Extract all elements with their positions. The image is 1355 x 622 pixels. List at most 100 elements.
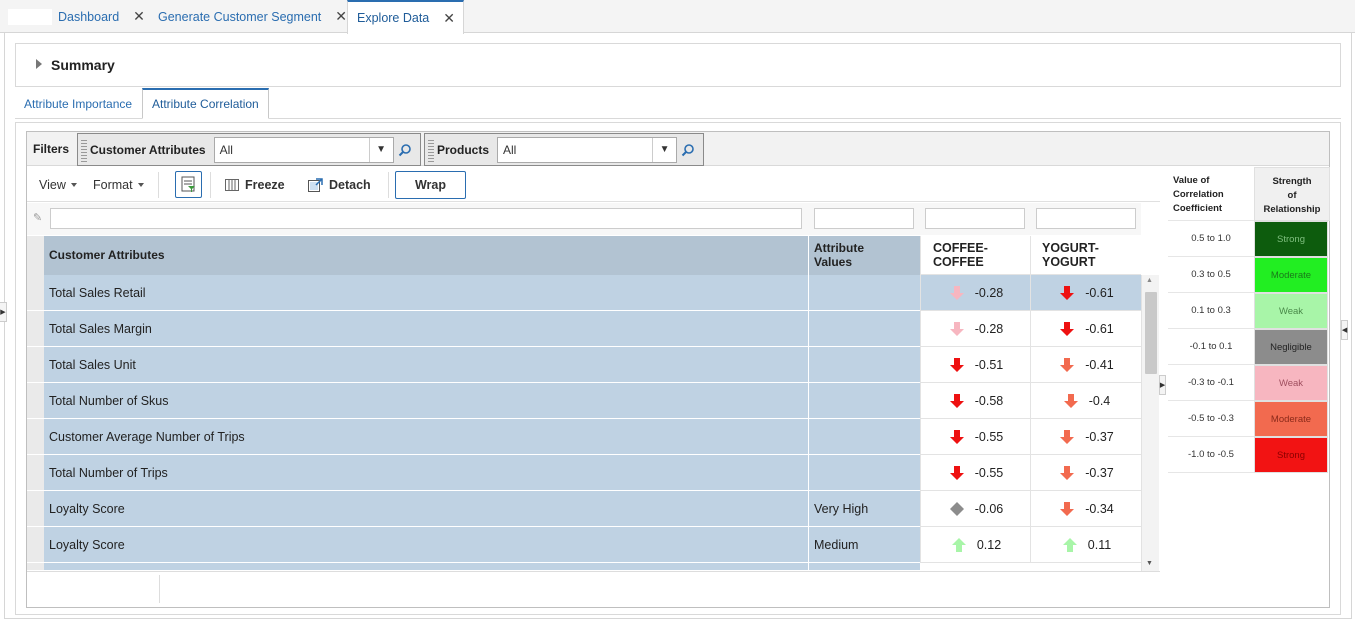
attribute-value-cell[interactable] bbox=[809, 275, 920, 311]
tab-attribute-correlation[interactable]: Attribute Correlation bbox=[142, 88, 269, 119]
attribute-value-cell[interactable]: Very High bbox=[809, 491, 920, 527]
footer-divider bbox=[159, 575, 160, 603]
yogurt-correlation-cell[interactable]: -0.34 bbox=[1030, 491, 1141, 527]
legend-range: -1.0 to -0.5 bbox=[1168, 437, 1254, 473]
correlation-value: -0.28 bbox=[974, 285, 1004, 300]
scroll-up-icon[interactable]: ▲ bbox=[1146, 277, 1153, 284]
customer-attributes-filter-input[interactable] bbox=[50, 208, 802, 229]
vertical-scrollbar[interactable]: ▲ ▼ bbox=[1141, 275, 1159, 571]
yogurt-correlation-cell[interactable]: -0.37 bbox=[1030, 419, 1141, 455]
detach-button[interactable]: Detach bbox=[308, 167, 371, 202]
legend-row: -1.0 to -0.5 Strong bbox=[1168, 437, 1330, 473]
table-row[interactable]: Total Sales Unit -0.51 -0.41 bbox=[27, 347, 1141, 383]
yogurt-correlation-cell[interactable]: -0.61 bbox=[1030, 275, 1141, 311]
row-header[interactable] bbox=[27, 311, 44, 347]
detach-label: Detach bbox=[329, 177, 371, 192]
attribute-cell[interactable]: Total Number of Trips bbox=[44, 455, 809, 491]
legend-header-value: Value of Correlation Coefficient bbox=[1168, 167, 1254, 221]
attribute-cell[interactable]: Customer Average Number of Trips bbox=[44, 419, 809, 455]
coffee-correlation-cell[interactable]: -0.55 bbox=[920, 455, 1030, 491]
attribute-cell[interactable]: Total Sales Margin bbox=[44, 311, 809, 347]
yogurt-correlation-cell[interactable]: -0.61 bbox=[1030, 311, 1141, 347]
close-icon[interactable]: ✕ bbox=[133, 8, 145, 25]
coffee-correlation-cell[interactable]: -0.28 bbox=[920, 275, 1030, 311]
query-by-example-button[interactable] bbox=[175, 171, 202, 198]
attribute-value-cell[interactable] bbox=[809, 455, 920, 491]
attribute-value-cell[interactable] bbox=[809, 383, 920, 419]
column-header-coffee[interactable]: COFFEE- COFFEE bbox=[920, 236, 1030, 275]
grip-handle-icon[interactable] bbox=[81, 137, 87, 162]
table-row[interactable]: Customer Average Number of Trips -0.55 -0.… bbox=[27, 419, 1141, 455]
attribute-value-cell[interactable] bbox=[809, 419, 920, 455]
attribute-value-cell[interactable] bbox=[809, 347, 920, 383]
format-menu[interactable]: Format bbox=[93, 167, 144, 202]
table-row[interactable]: Total Sales Margin -0.28 -0.61 bbox=[27, 311, 1141, 347]
attribute-value-cell bbox=[809, 563, 920, 571]
scroll-down-icon[interactable]: ▼ bbox=[1146, 560, 1153, 567]
left-collapse-handle[interactable]: ▶ bbox=[0, 302, 7, 322]
attribute-cell[interactable]: Total Sales Retail bbox=[44, 275, 809, 311]
attribute-values-filter-input[interactable] bbox=[814, 208, 914, 229]
customer-attributes-select[interactable]: All ▼ bbox=[213, 136, 394, 163]
tab-generate-customer-segment[interactable]: Generate Customer Segment ✕ bbox=[158, 0, 347, 33]
yogurt-correlation-cell[interactable]: -0.37 bbox=[1030, 455, 1141, 491]
table-row[interactable]: Loyalty Score Very High -0.06 -0.34 bbox=[27, 491, 1141, 527]
tab-attribute-importance[interactable]: Attribute Importance bbox=[15, 88, 141, 119]
coffee-correlation-cell[interactable]: -0.06 bbox=[920, 491, 1030, 527]
search-icon[interactable] bbox=[677, 137, 699, 163]
view-menu[interactable]: View bbox=[39, 167, 77, 202]
attribute-cell[interactable]: Loyalty Score bbox=[44, 527, 809, 563]
table-row[interactable]: Loyalty Score Medium 0.12 0.11 bbox=[27, 527, 1141, 563]
row-header[interactable] bbox=[27, 383, 44, 419]
column-header-yogurt[interactable]: YOGURT- YOGURT bbox=[1030, 236, 1141, 275]
yogurt-correlation-cell[interactable]: -0.4 bbox=[1030, 383, 1141, 419]
freeze-button[interactable]: Freeze bbox=[225, 167, 285, 202]
attribute-cell[interactable]: Loyalty Score bbox=[44, 491, 809, 527]
attribute-cell[interactable]: Total Sales Unit bbox=[44, 347, 809, 383]
wrap-button[interactable]: Wrap bbox=[395, 171, 466, 199]
tab-dashboard[interactable]: Dashboard ✕ bbox=[58, 0, 145, 33]
row-header[interactable] bbox=[27, 419, 44, 455]
chevron-down-icon[interactable]: ▼ bbox=[368, 137, 393, 162]
close-icon[interactable]: ✕ bbox=[335, 8, 347, 25]
strong-neg-indicator-icon bbox=[1058, 321, 1076, 337]
scrollbar-thumb[interactable] bbox=[1145, 292, 1157, 374]
attribute-name: Total Sales Margin bbox=[49, 321, 152, 336]
coffee-correlation-cell[interactable]: -0.28 bbox=[920, 311, 1030, 347]
row-header[interactable] bbox=[27, 491, 44, 527]
table-row[interactable]: Total Sales Retail -0.28 -0.61 bbox=[27, 275, 1141, 311]
products-select[interactable]: All ▼ bbox=[497, 136, 678, 163]
wrap-label: Wrap bbox=[414, 178, 447, 192]
row-header[interactable] bbox=[27, 275, 44, 311]
yogurt-correlation-cell[interactable]: 0.11 bbox=[1030, 527, 1141, 563]
coffee-correlation-cell[interactable]: -0.58 bbox=[920, 383, 1030, 419]
legend-collapse-handle[interactable]: ▶ bbox=[1159, 375, 1166, 395]
coffee-filter-input[interactable] bbox=[925, 208, 1025, 229]
yogurt-correlation-cell[interactable]: -0.41 bbox=[1030, 347, 1141, 383]
column-header-customer-attributes[interactable]: Customer Attributes bbox=[44, 236, 809, 275]
close-icon[interactable]: ✕ bbox=[443, 10, 455, 27]
tab-explore-data[interactable]: Explore Data ✕ bbox=[347, 0, 464, 34]
legend-swatch: Moderate bbox=[1254, 257, 1328, 293]
attribute-cell[interactable]: Total Number of Skus bbox=[44, 383, 809, 419]
expand-triangle-icon[interactable] bbox=[36, 59, 42, 69]
grip-handle-icon[interactable] bbox=[428, 137, 434, 162]
column-header-attribute-values[interactable]: Attribute Values bbox=[809, 236, 920, 275]
row-header[interactable] bbox=[27, 455, 44, 491]
attribute-value-cell[interactable] bbox=[809, 311, 920, 347]
table-row[interactable]: Total Number of Trips -0.55 -0.37 bbox=[27, 455, 1141, 491]
coffee-correlation-cell[interactable]: -0.55 bbox=[920, 419, 1030, 455]
yogurt-filter-input[interactable] bbox=[1036, 208, 1136, 229]
row-header[interactable] bbox=[27, 347, 44, 383]
right-collapse-handle[interactable]: ◀ bbox=[1341, 320, 1348, 340]
legend-swatch: Weak bbox=[1254, 365, 1328, 401]
summary-panel[interactable]: Summary bbox=[15, 43, 1341, 87]
coffee-correlation-cell[interactable]: 0.12 bbox=[920, 527, 1030, 563]
coffee-correlation-cell[interactable]: -0.51 bbox=[920, 347, 1030, 383]
table-row[interactable]: Total Number of Skus -0.58 -0.4 bbox=[27, 383, 1141, 419]
attribute-value-cell[interactable]: Medium bbox=[809, 527, 920, 563]
correlation-value: 0.11 bbox=[1087, 537, 1112, 552]
search-icon[interactable] bbox=[394, 137, 416, 163]
chevron-down-icon[interactable]: ▼ bbox=[652, 137, 676, 162]
row-header[interactable] bbox=[27, 527, 44, 563]
